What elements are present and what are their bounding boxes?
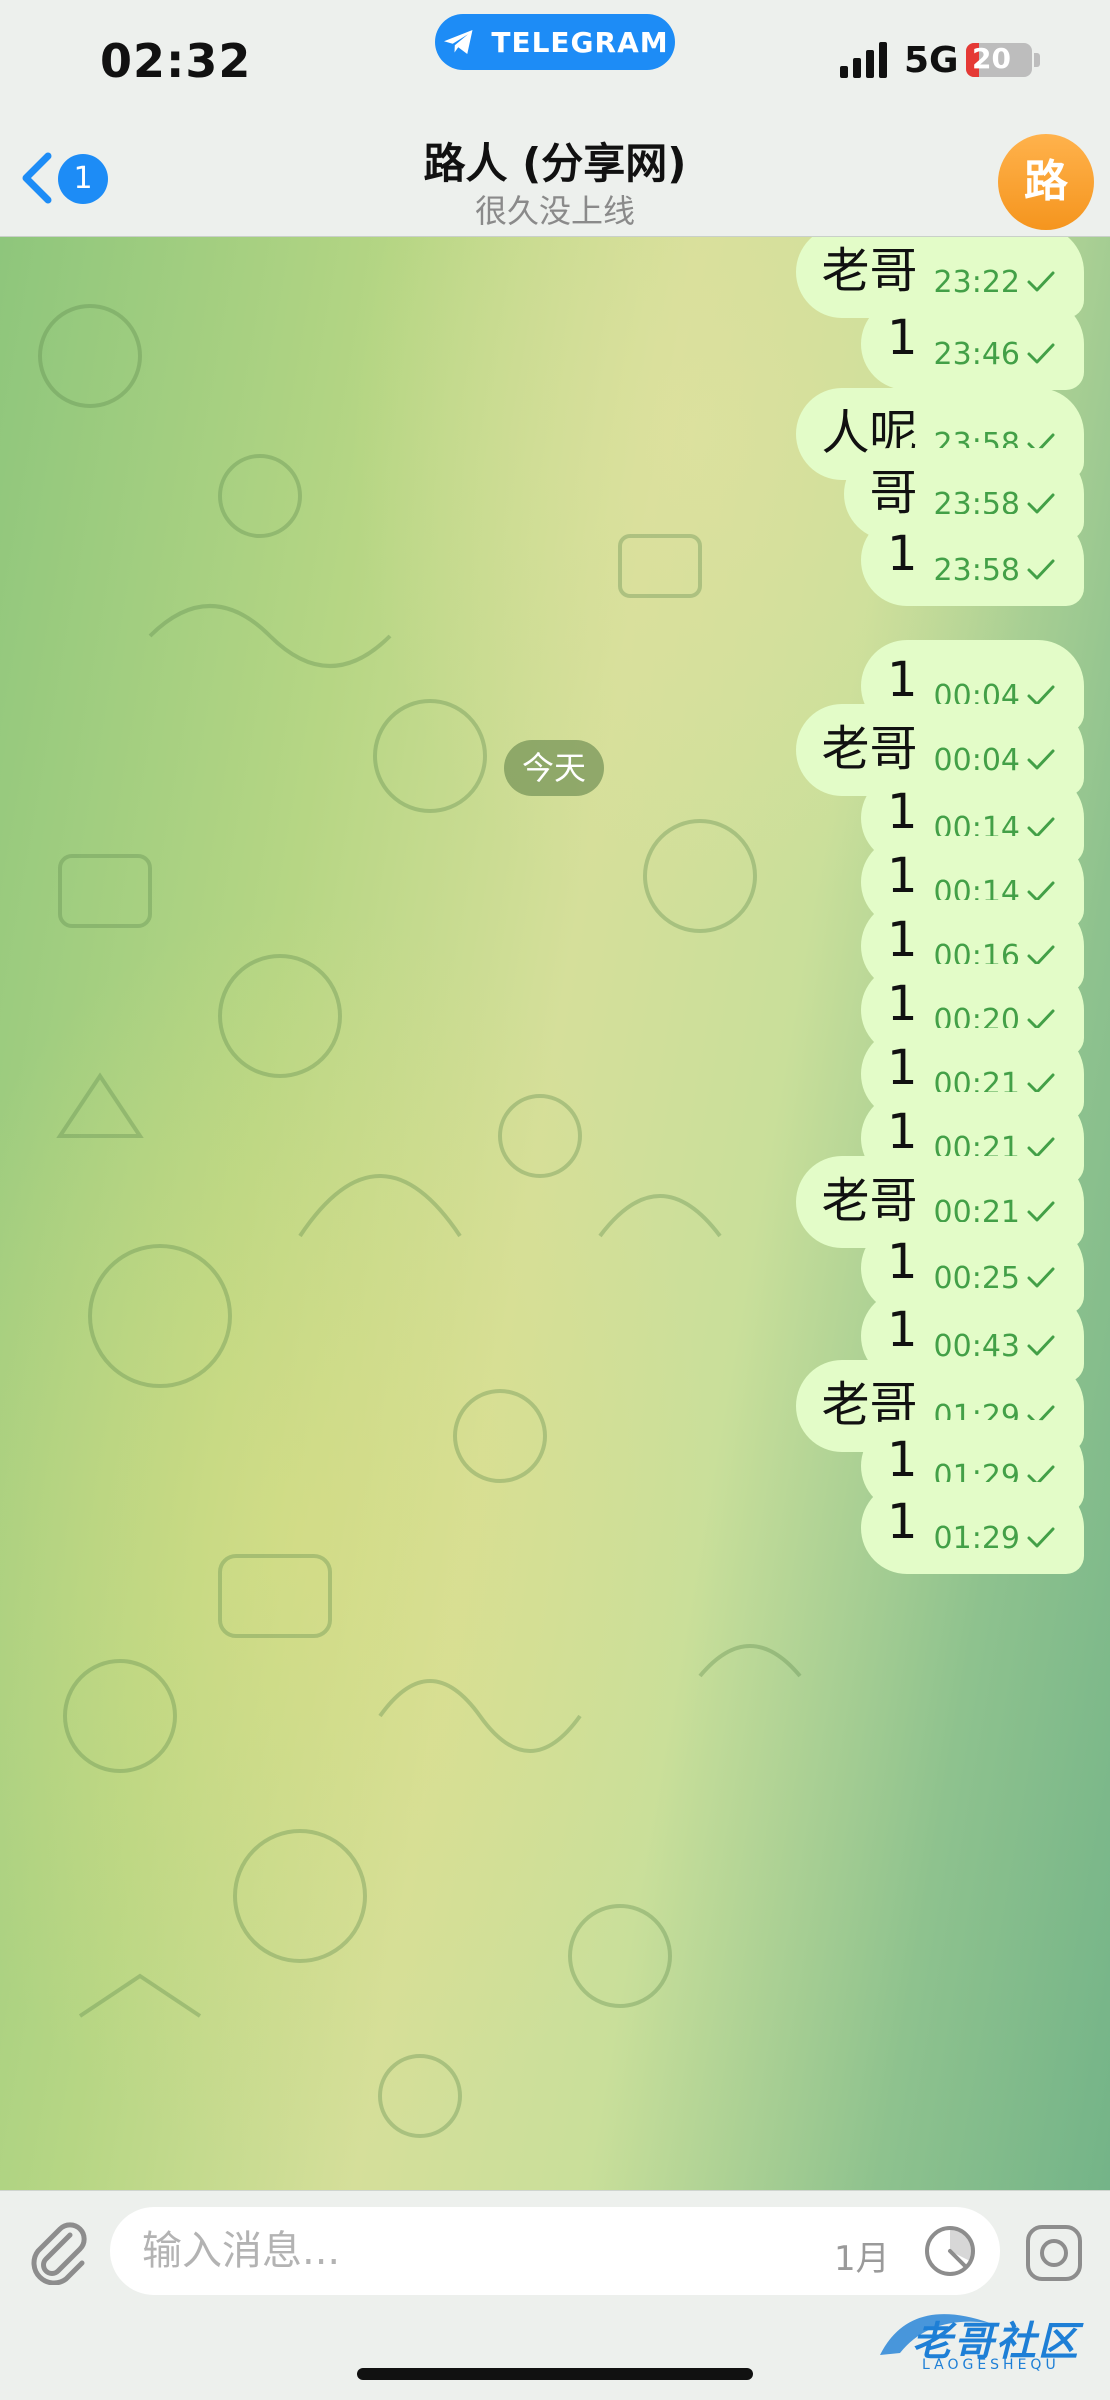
- last-seen-status: 很久没上线: [474, 192, 635, 230]
- message-time: 23:22: [933, 264, 1020, 300]
- message-bubble[interactable]: 1 01:29: [860, 1482, 1084, 1574]
- message-text: 1: [886, 1040, 918, 1096]
- cellular-signal-icon: [840, 42, 887, 78]
- telegram-chat-screen: 02:32 TELEGRAM 5G 20 1 路人 (分享网) 很久没上线 路: [0, 0, 1110, 2400]
- message-text: 1: [886, 848, 918, 904]
- timer-icon[interactable]: [922, 2223, 978, 2279]
- sent-check-icon: [1027, 343, 1055, 364]
- watermark-subtext: LAOGESHEQU: [922, 2357, 1060, 2373]
- message-bubble[interactable]: 1 23:46: [860, 298, 1084, 390]
- message-meta: 23:46: [934, 337, 1056, 372]
- message-text: 1: [886, 1302, 918, 1358]
- sent-check-icon: [1027, 1201, 1055, 1222]
- home-indicator[interactable]: [357, 2368, 753, 2380]
- sticker-icon[interactable]: [1022, 2221, 1086, 2285]
- message-text: 1: [886, 526, 918, 582]
- message-text: 1: [886, 652, 918, 708]
- status-bar: 02:32 TELEGRAM 5G 20: [0, 0, 1110, 110]
- message-text: 1: [886, 912, 918, 968]
- message-time: 23:46: [933, 336, 1020, 372]
- date-separator: 今天: [504, 740, 604, 796]
- message-text: 1: [886, 784, 918, 840]
- auto-delete-label[interactable]: 1月: [834, 2231, 890, 2280]
- message-text: 1: [886, 1432, 918, 1488]
- message-text: 1: [886, 1234, 918, 1290]
- telegram-pill[interactable]: TELEGRAM: [435, 14, 675, 70]
- message-meta: 00:43: [934, 1329, 1056, 1364]
- message-text: 1: [886, 310, 918, 366]
- message-text: 老哥: [821, 721, 918, 777]
- status-time: 02:32: [100, 34, 252, 88]
- message-meta: 23:58: [934, 553, 1056, 588]
- chat-title[interactable]: 路人 (分享网): [0, 130, 1110, 191]
- message-list[interactable]: 今天 老哥 23:22 1 23:46 人呢 23:58 哥 23:58 1 23:58 1 00:0…: [0, 236, 1110, 2190]
- watermark-logo: 老哥社区 LAOGESHEQU: [870, 2305, 1100, 2375]
- message-text: 1: [886, 976, 918, 1032]
- telegram-plane-icon: [444, 30, 473, 54]
- message-text: 老哥: [821, 1173, 918, 1229]
- message-bubble[interactable]: 1 23:58: [860, 514, 1084, 606]
- message-meta: 23:22: [934, 265, 1056, 300]
- sent-check-icon: [1027, 559, 1055, 580]
- battery-percent: 20: [972, 43, 1011, 75]
- sent-check-icon: [1027, 493, 1055, 514]
- battery-tip: [1034, 53, 1040, 67]
- message-text: 1: [886, 1104, 918, 1160]
- sent-check-icon: [1027, 1527, 1055, 1548]
- message-text: 1: [886, 1494, 918, 1550]
- battery-icon: 20: [966, 43, 1032, 77]
- message-time: 23:58: [933, 552, 1020, 588]
- message-text: 哥: [869, 465, 918, 521]
- message-time: 00:43: [933, 1328, 1020, 1364]
- message-meta: 01:29: [934, 1521, 1056, 1556]
- avatar[interactable]: 路: [998, 134, 1094, 230]
- chat-header: 1 路人 (分享网) 很久没上线 路: [0, 110, 1110, 237]
- sent-check-icon: [1027, 271, 1055, 292]
- attachment-icon[interactable]: [22, 2215, 92, 2285]
- telegram-pill-label: TELEGRAM: [491, 25, 669, 59]
- network-type: 5G: [904, 40, 959, 81]
- sent-check-icon: [1027, 1267, 1055, 1288]
- message-text: 老哥: [821, 243, 918, 299]
- sent-check-icon: [1027, 749, 1055, 770]
- message-time: 01:29: [933, 1520, 1020, 1556]
- sent-check-icon: [1027, 1335, 1055, 1356]
